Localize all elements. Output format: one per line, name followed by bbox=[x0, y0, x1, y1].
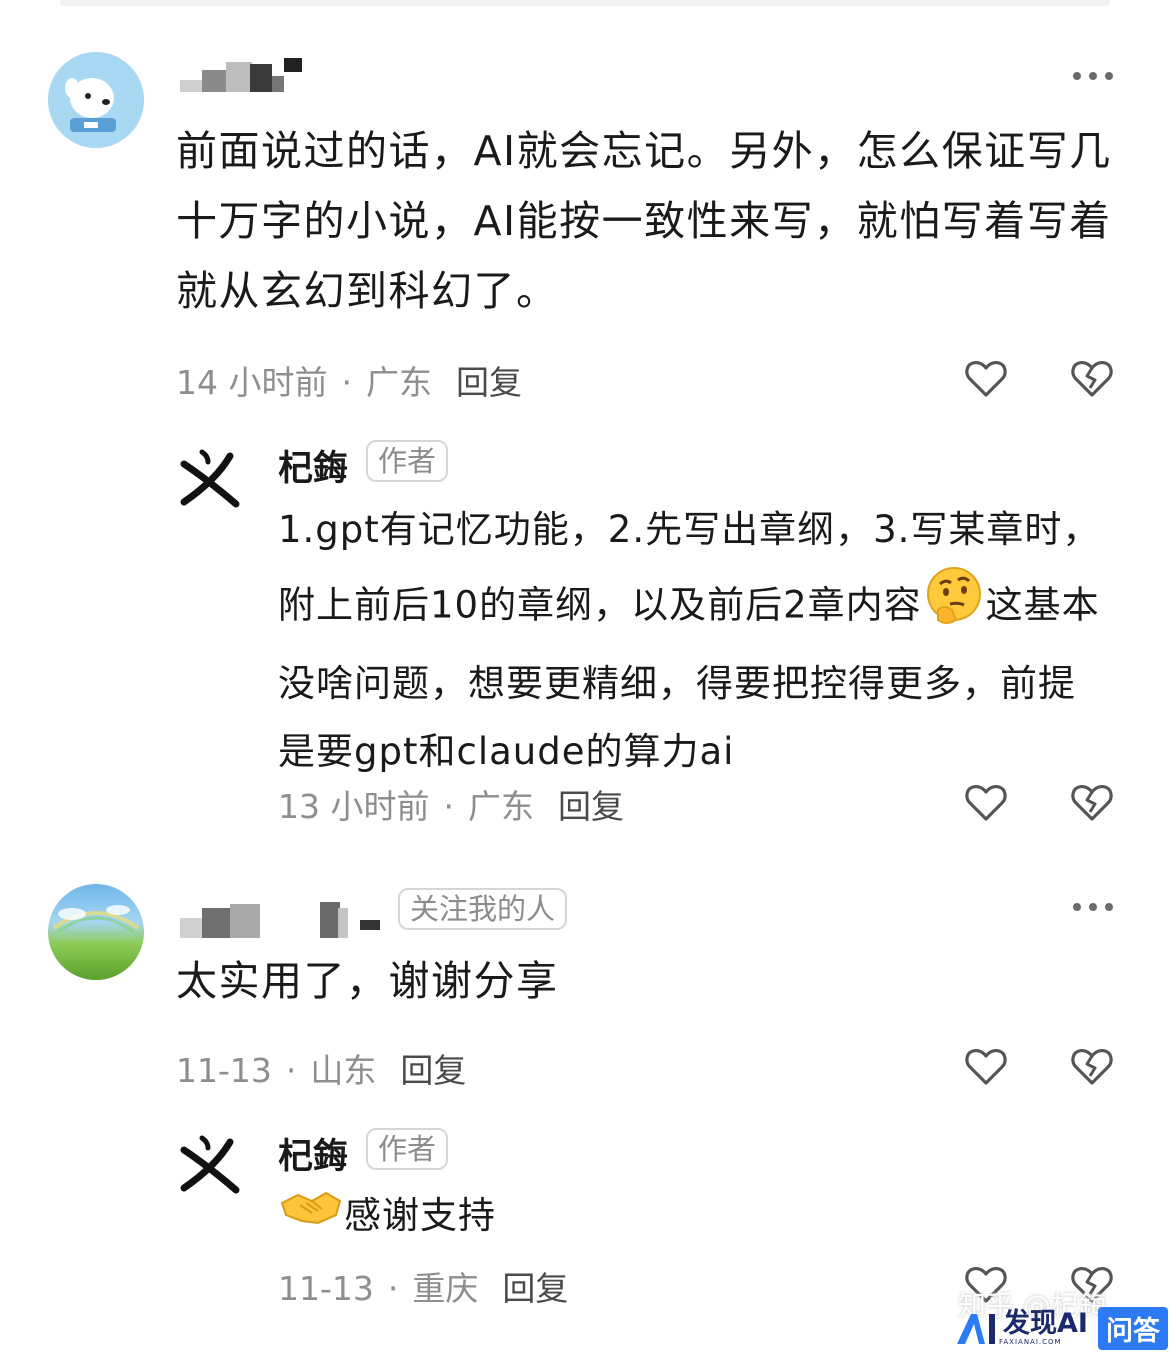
top-divider bbox=[60, 0, 1110, 6]
comment-time: 11-13 bbox=[176, 1051, 272, 1090]
like-heart-icon[interactable] bbox=[962, 354, 1010, 402]
reply-button[interactable]: 回复 bbox=[502, 1269, 568, 1308]
reply-text: 1.gpt有记忆功能，2.先写出章纲，3.写某章时，附上前后10的章纲，以及前后… bbox=[278, 496, 1108, 786]
dislike-broken-heart-icon[interactable] bbox=[1068, 354, 1116, 402]
reply-button[interactable]: 回复 bbox=[456, 363, 522, 402]
brand-qa-label: 问答 bbox=[1097, 1306, 1168, 1350]
more-options-icon[interactable] bbox=[1073, 71, 1113, 81]
commenter-avatar[interactable] bbox=[48, 52, 144, 148]
thinking-face-emoji bbox=[922, 564, 986, 650]
comment-text: 太实用了，谢谢分享 bbox=[176, 957, 559, 1005]
reply-time: 11-13 bbox=[278, 1269, 374, 1308]
reply-time: 13 小时前 bbox=[278, 787, 430, 826]
reply-location: 重庆 bbox=[412, 1269, 479, 1308]
dislike-broken-heart-icon[interactable] bbox=[1068, 1042, 1116, 1090]
comment-meta: 14 小时前 · 广东 回复 bbox=[176, 363, 522, 402]
author-avatar[interactable] bbox=[178, 446, 242, 510]
brand-domain: FAXIANAI.COM bbox=[999, 1338, 1062, 1346]
comment-meta: 11-13 · 山东 回复 bbox=[176, 1051, 467, 1090]
like-heart-icon[interactable] bbox=[962, 1042, 1010, 1090]
brand-name: 发现AI bbox=[1003, 1308, 1088, 1339]
author-avatar[interactable] bbox=[178, 1132, 242, 1196]
comment-text: 前面说过的话，AI就会忘记。另外，怎么保证写几十万字的小说，AI能按一致性来写，… bbox=[176, 127, 1112, 315]
comment-location: 广东 bbox=[365, 363, 432, 402]
author-name[interactable]: 杞鋂 bbox=[278, 1128, 348, 1179]
author-badge: 作者 bbox=[366, 1128, 449, 1170]
reply-button[interactable]: 回复 bbox=[400, 1051, 466, 1090]
reply-meta: 13 小时前 · 广东 回复 bbox=[278, 787, 624, 826]
reply-text: 感谢支持 bbox=[278, 1182, 1108, 1253]
commenter-name-blurred[interactable] bbox=[180, 58, 302, 92]
comment-location: 山东 bbox=[310, 1051, 377, 1090]
comment-time: 14 小时前 bbox=[176, 363, 328, 402]
faxianai-brand: 发现AI FAXIANAI.COM 问答 bbox=[955, 1306, 1168, 1350]
author-badge: 作者 bbox=[366, 440, 449, 482]
dislike-broken-heart-icon[interactable] bbox=[1068, 778, 1116, 826]
reply-button[interactable]: 回复 bbox=[558, 787, 624, 826]
reply-location: 广东 bbox=[467, 787, 534, 826]
more-options-icon[interactable] bbox=[1073, 902, 1113, 912]
faxianai-logo-icon bbox=[957, 1314, 995, 1344]
handshake-emoji bbox=[278, 1183, 344, 1253]
commenter-avatar[interactable] bbox=[48, 884, 144, 980]
follower-badge: 关注我的人 bbox=[398, 888, 568, 930]
author-name[interactable]: 杞鋂 bbox=[278, 440, 348, 491]
reply-text-content: 感谢支持 bbox=[344, 1194, 496, 1237]
like-heart-icon[interactable] bbox=[962, 778, 1010, 826]
commenter-name-blurred[interactable] bbox=[180, 900, 380, 938]
reply-meta: 11-13 · 重庆 回复 bbox=[278, 1269, 569, 1308]
